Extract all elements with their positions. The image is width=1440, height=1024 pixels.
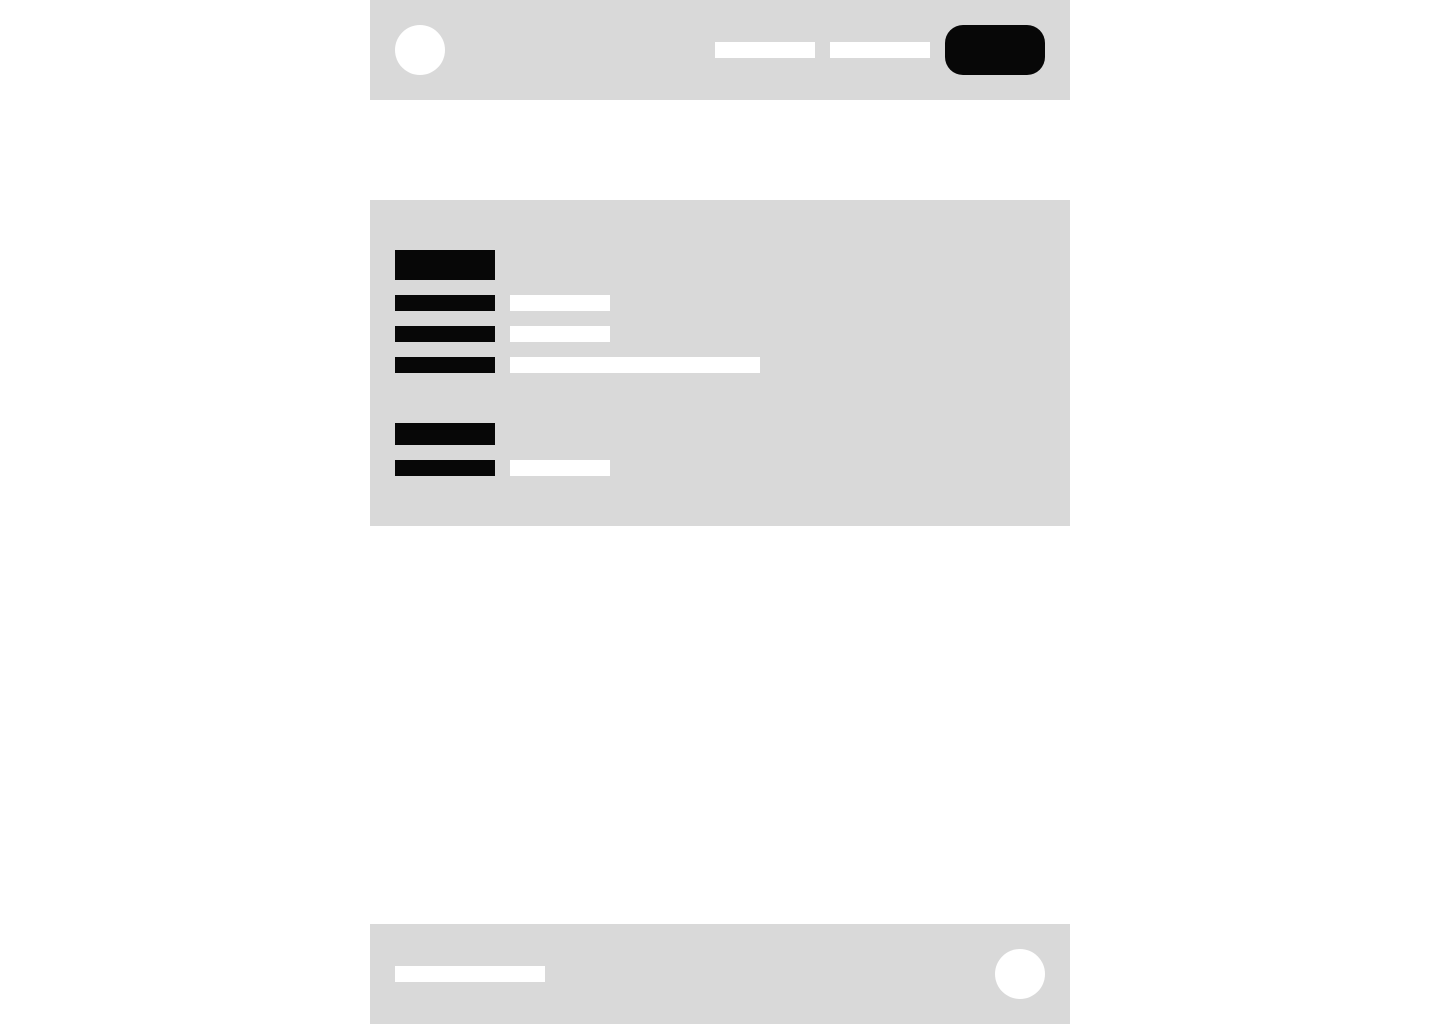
page — [0, 0, 1440, 1024]
site-footer — [370, 924, 1070, 1024]
row-label — [395, 357, 495, 373]
row-value — [510, 357, 760, 373]
row-value — [510, 460, 610, 476]
circle-logo-icon[interactable] — [395, 25, 445, 75]
section-heading-1 — [395, 250, 495, 280]
content-card — [370, 200, 1070, 526]
section-heading-2 — [395, 423, 495, 445]
site-header — [370, 0, 1070, 100]
row-value — [510, 295, 610, 311]
circle-icon[interactable] — [995, 949, 1045, 999]
nav-link-1[interactable] — [715, 42, 815, 58]
nav-link-2[interactable] — [830, 42, 930, 58]
footer-text — [395, 966, 545, 982]
row-label — [395, 326, 495, 342]
row-label — [395, 295, 495, 311]
primary-cta-button[interactable] — [945, 25, 1045, 75]
row-value — [510, 326, 610, 342]
row-label — [395, 460, 495, 476]
